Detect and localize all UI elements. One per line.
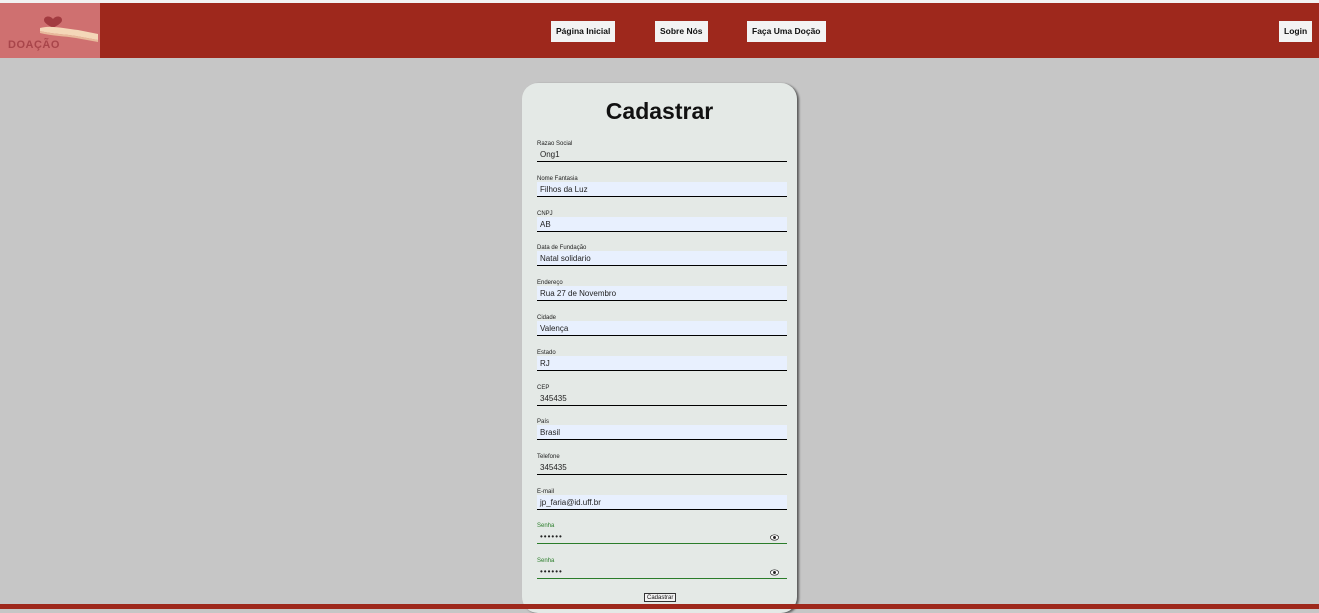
field-pais: País Brasil: [537, 419, 787, 449]
field-telefone: Telefone 345435: [537, 454, 787, 484]
razao-social-input[interactable]: Ong1: [537, 147, 787, 162]
cnpj-input[interactable]: AB: [537, 217, 787, 232]
confirmar-senha-input[interactable]: ••••••: [537, 564, 787, 579]
estado-input[interactable]: RJ: [537, 356, 787, 371]
field-nome-fantasia: Nome Fantasia Filhos da Luz: [537, 176, 787, 206]
field-senha: Senha ••••••: [537, 523, 787, 553]
nav-home-button[interactable]: Página Inicial: [551, 21, 616, 42]
eye-icon[interactable]: [770, 569, 779, 576]
cep-input[interactable]: 345435: [537, 391, 787, 406]
cidade-input[interactable]: Valença: [537, 321, 787, 336]
field-cnpj: CNPJ AB: [537, 211, 787, 241]
field-cep: CEP 345435: [537, 385, 787, 415]
logo-text: DOAÇÃO: [8, 39, 60, 51]
logo[interactable]: DOAÇÃO: [0, 3, 100, 58]
field-cidade: Cidade Valença: [537, 315, 787, 345]
field-confirmar-senha: Senha ••••••: [537, 558, 787, 588]
cadastrar-button[interactable]: Cadastrar: [644, 593, 677, 602]
eye-icon[interactable]: [770, 534, 779, 541]
register-card: Cadastrar Razao Social Ong1 Nome Fantasi…: [522, 83, 797, 613]
telefone-input[interactable]: 345435: [537, 460, 787, 475]
nav-about-button[interactable]: Sobre Nós: [655, 21, 708, 42]
nome-fantasia-input[interactable]: Filhos da Luz: [537, 182, 787, 197]
field-data-fundacao: Data de Fundação Natal solidario: [537, 245, 787, 275]
endereco-input[interactable]: Rua 27 de Novembro: [537, 286, 787, 301]
field-estado: Estado RJ: [537, 350, 787, 380]
navbar: DOAÇÃO Página Inicial Sobre Nós Faça Uma…: [0, 3, 1319, 58]
pais-input[interactable]: Brasil: [537, 425, 787, 440]
form-title: Cadastrar: [605, 98, 714, 124]
footer-bar: [0, 604, 1319, 609]
nav-donate-button[interactable]: Faça Uma Doção: [747, 21, 826, 42]
email-input[interactable]: jp_faria@id.uff.br: [537, 495, 787, 510]
field-email: E-mail jp_faria@id.uff.br: [537, 489, 787, 519]
login-button[interactable]: Login: [1279, 21, 1313, 42]
data-fundacao-input[interactable]: Natal solidario: [537, 251, 787, 266]
field-razao-social: Razao Social Ong1: [537, 141, 787, 171]
senha-input[interactable]: ••••••: [537, 529, 787, 544]
field-endereco: Endereço Rua 27 de Novembro: [537, 280, 787, 310]
